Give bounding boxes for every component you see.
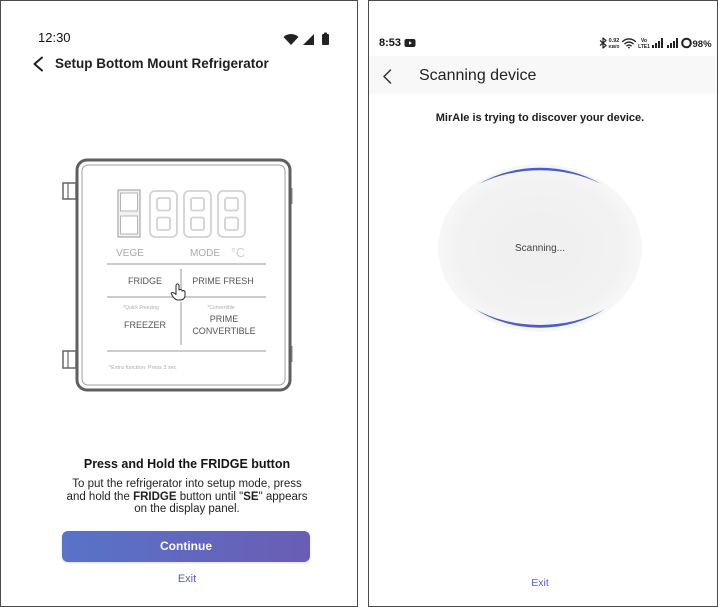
fridge-emphasis: FRIDGE	[133, 490, 177, 503]
chevron-left-icon	[383, 69, 392, 84]
back-button[interactable]	[382, 69, 392, 84]
volte-indicator-bottom: LTE1	[638, 44, 650, 50]
instruction-line: To put the refrigerator into setup mode,…	[72, 478, 302, 490]
battery-percent: 98%	[693, 39, 713, 50]
vege-indicator	[117, 189, 141, 238]
status-time: 8:53	[379, 37, 402, 49]
instruction-title: Press and Hold the FRIDGE button	[83, 457, 291, 471]
scanning-spinner: Scanning...	[438, 164, 642, 332]
wifi-icon	[283, 34, 299, 45]
back-button[interactable]	[32, 56, 44, 72]
exit-link[interactable]: Exit	[178, 573, 196, 585]
instruction-line: and hold the FRIDGE button until "SE" ap…	[37, 491, 337, 504]
quick-freezing-note: *Quick Freezing	[123, 305, 159, 311]
signal-icon	[303, 34, 314, 45]
hinge	[62, 182, 77, 200]
status-time: 12:30	[38, 30, 71, 45]
instruction-text: To put the refrigerator into setup mode,…	[37, 478, 337, 516]
mode-label: MODE	[190, 248, 220, 259]
prime-fresh-panel-button: PRIME FRESH	[192, 276, 254, 286]
text-run: " appears	[258, 490, 308, 503]
exit-row: Exit	[37, 572, 337, 586]
hinge	[62, 350, 77, 369]
discovery-message: MirAIe is trying to discover your device…	[435, 112, 645, 124]
prime-label: PRIME	[210, 314, 239, 324]
chevron-left-icon	[33, 56, 43, 72]
extra-function-note: *Extra function: Press 3 sec	[109, 365, 177, 371]
signal-icon	[667, 38, 678, 48]
fridge-panel-button: FRIDGE	[128, 276, 162, 286]
video-notification-icon	[404, 39, 416, 47]
wifi-icon	[621, 38, 637, 49]
freezer-panel-button: FREEZER	[124, 320, 167, 330]
exit-link[interactable]: Exit	[531, 577, 549, 589]
battery-icon	[322, 32, 329, 45]
convertible-note: *Convertible	[207, 305, 234, 311]
continue-button[interactable]: Continue	[62, 531, 310, 562]
page-title: Setup Bottom Mount Refrigerator	[55, 56, 269, 71]
unit-label: °C	[231, 246, 245, 260]
convertible-label: CONVERTIBLE	[192, 326, 255, 336]
status-icons: 0.92 KB/S Vo LTE1 98%	[599, 37, 713, 50]
text-run: button until "	[176, 490, 244, 503]
refrigerator-panel-illustration: VEGE MODE °C FRIDGE PRIME FRESH *Quick F…	[62, 158, 293, 392]
exit-row: Exit	[369, 576, 711, 590]
bluetooth-icon	[599, 37, 607, 49]
se-emphasis: SE	[243, 490, 259, 503]
status-icons	[283, 32, 329, 45]
setup-screen: 12:30 Setup Bottom Mount Refrigerator VE…	[0, 0, 358, 607]
page-title: Scanning device	[419, 67, 537, 84]
instruction-line: on the display panel.	[134, 503, 240, 515]
vege-label: VEGE	[116, 248, 144, 259]
signal-icon	[652, 38, 663, 48]
battery-ring-icon	[681, 37, 692, 49]
text-run: and hold the	[66, 490, 134, 503]
net-speed-unit: KB/S	[609, 44, 620, 49]
scanning-screen: 8:53 0.92 KB/S Vo LTE1 98% Scanning devi…	[368, 0, 718, 607]
scanning-label: Scanning...	[515, 243, 565, 254]
